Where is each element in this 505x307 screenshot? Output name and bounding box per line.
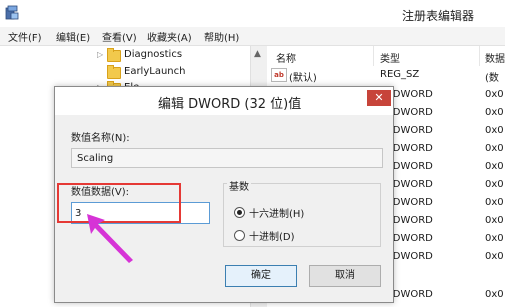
value-data: 0x0	[485, 125, 504, 136]
hex-radio-label[interactable]: 十六进制(H)	[249, 205, 304, 220]
decimal-radio[interactable]	[234, 230, 245, 241]
menu-edit[interactable]: 编辑(E)	[56, 29, 90, 44]
base-group-label: 基数	[227, 178, 251, 193]
scroll-up-icon[interactable]: ▲	[254, 49, 261, 59]
value-data: 0x0	[485, 179, 504, 190]
dialog-title-bar[interactable]: 编辑 DWORD (32 位)值 ✕	[55, 87, 393, 115]
column-header-data[interactable]: 数据	[485, 50, 505, 65]
value-data: 0x0	[485, 107, 504, 118]
value-data: 0x0	[485, 233, 504, 244]
window-title: 注册表编辑器	[402, 9, 475, 23]
value-name: (默认)	[289, 73, 317, 84]
folder-icon	[107, 48, 121, 62]
value-name-field: Scaling	[71, 148, 383, 168]
value-data: 0x0	[485, 215, 504, 226]
menu-bar: 文件(F) 编辑(E) 查看(V) 收藏夹(A) 帮助(H)	[0, 27, 505, 46]
value-data: 0x0	[485, 161, 504, 172]
menu-favorites[interactable]: 收藏夹(A)	[147, 29, 192, 44]
value-type: REG_SZ	[380, 69, 420, 80]
string-value-icon: ab	[271, 68, 287, 82]
title-bar: 注册表编辑器	[0, 0, 505, 27]
value-data: 0x0	[485, 89, 504, 100]
menu-help[interactable]: 帮助(H)	[204, 29, 239, 44]
edit-dword-dialog: 编辑 DWORD (32 位)值 ✕ 数值名称(N): Scaling 数值数据…	[54, 86, 394, 303]
value-data: 0x0	[485, 197, 504, 208]
menu-view[interactable]: 查看(V)	[102, 29, 137, 44]
dialog-title: 编辑 DWORD (32 位)值	[158, 97, 302, 112]
close-button[interactable]: ✕	[367, 90, 391, 106]
value-data: (数	[485, 73, 499, 84]
column-divider[interactable]	[373, 46, 374, 66]
value-name-text: Scaling	[77, 153, 114, 164]
hex-radio[interactable]	[234, 207, 245, 218]
ok-button[interactable]: 确定	[225, 265, 297, 287]
value-data: 0x0	[485, 289, 504, 300]
value-name-label: 数值名称(N):	[71, 133, 130, 144]
decimal-radio-label[interactable]: 十进制(D)	[249, 228, 295, 243]
tree-item-label: EarlyLaunch	[124, 66, 186, 77]
column-header-type[interactable]: 类型	[380, 50, 400, 65]
cancel-button[interactable]: 取消	[309, 265, 381, 287]
folder-icon	[107, 65, 121, 79]
column-header-name[interactable]: 名称	[276, 50, 296, 65]
annotation-arrow-icon	[87, 214, 133, 263]
tree-item-label: Diagnostics	[124, 49, 183, 60]
column-divider[interactable]	[479, 46, 480, 66]
value-data: 0x0	[485, 143, 504, 154]
expand-arrow-icon[interactable]: ▷	[97, 50, 103, 59]
menu-file[interactable]: 文件(F)	[8, 29, 42, 44]
regedit-icon	[5, 5, 19, 20]
value-row-default[interactable]: ab (默认) REG_SZ (数	[267, 66, 505, 84]
value-data: 0x0	[485, 251, 504, 262]
